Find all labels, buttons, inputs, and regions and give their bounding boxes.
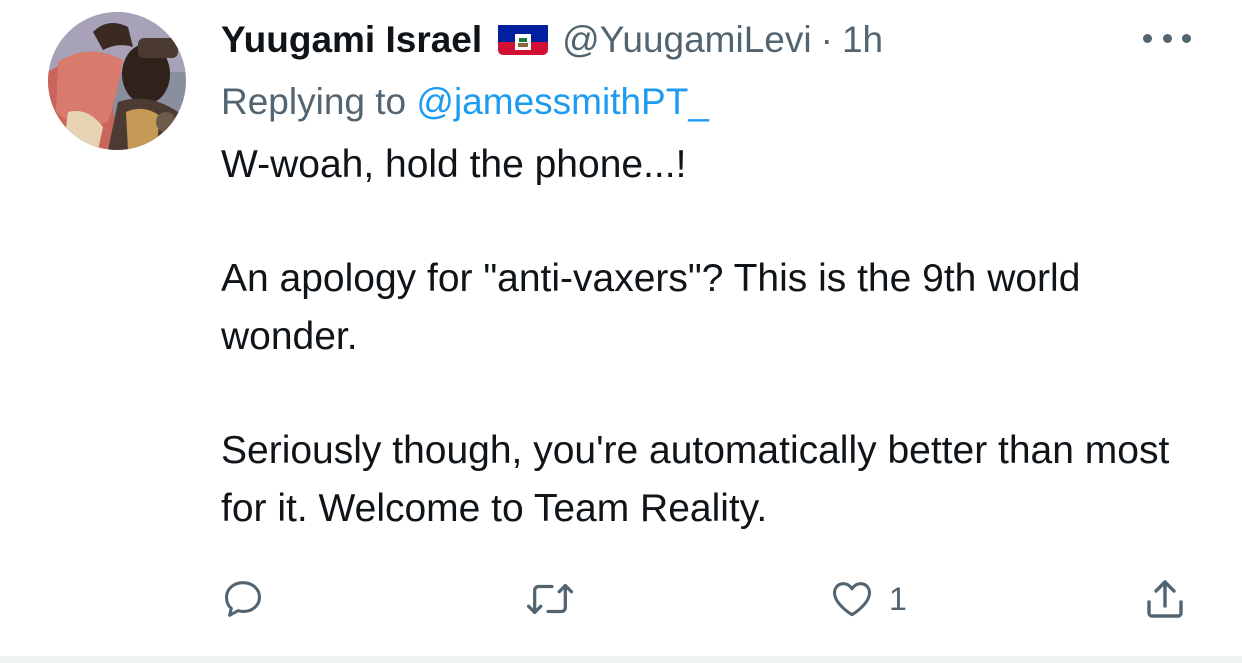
tweet-text-paragraph: An apology for "anti-vaxers"? This is th… [221, 257, 1081, 358]
tweet-divider [0, 656, 1242, 663]
reply-button[interactable] [220, 570, 266, 628]
reply-mention-link[interactable]: @jamessmithPT_ [416, 81, 709, 122]
tweet-text-paragraph: W-woah, hold the phone...! [221, 143, 687, 186]
retweet-arrows-icon [526, 583, 574, 615]
haiti-flag-icon [498, 21, 549, 55]
display-name[interactable]: Yuugami Israel [221, 14, 482, 66]
like-button[interactable]: 1 [829, 570, 907, 628]
tweet-action-bar: 1 [0, 570, 1242, 628]
author-handle[interactable]: @YuugamiLevi [562, 14, 811, 66]
like-count: 1 [889, 581, 907, 617]
retweet-button[interactable] [525, 570, 575, 628]
tweet-card[interactable]: Yuugami Israel @YuugamiLevi · 1h Replyin… [0, 0, 1242, 658]
header-separator: · [820, 19, 833, 60]
tweet-text-paragraph: Seriously though, you're automatically b… [221, 429, 1170, 530]
more-horizontal-icon[interactable] [1143, 26, 1191, 50]
more-dot [1162, 33, 1172, 43]
share-button[interactable] [1141, 570, 1189, 628]
avatar[interactable] [48, 12, 186, 150]
replying-to-label: Replying to [221, 81, 407, 122]
avatar-painting-image [48, 12, 186, 150]
heart-outline-icon [832, 582, 872, 617]
more-dot [1182, 33, 1191, 43]
tweet-header: Yuugami Israel @YuugamiLevi · 1h [221, 14, 883, 66]
speech-bubble-icon [224, 581, 262, 617]
timestamp[interactable]: 1h [842, 14, 883, 66]
more-dot [1143, 33, 1152, 43]
replying-to-line: Replying to @jamessmithPT_ [221, 76, 709, 128]
share-upload-icon [1147, 580, 1183, 618]
